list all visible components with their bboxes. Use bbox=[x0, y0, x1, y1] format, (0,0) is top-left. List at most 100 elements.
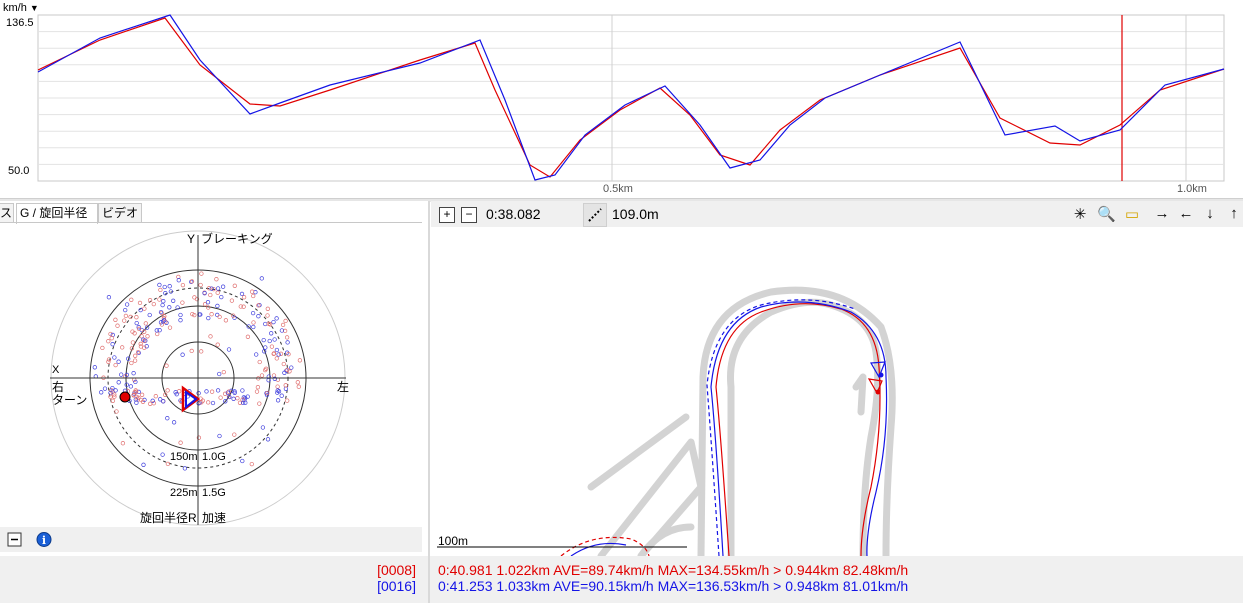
speed-chart[interactable] bbox=[0, 0, 1243, 198]
g-point bbox=[199, 349, 204, 354]
g-point bbox=[232, 432, 237, 437]
arrow-down-icon[interactable]: ↓ bbox=[1201, 205, 1219, 222]
measure-icon bbox=[588, 208, 602, 222]
g-point bbox=[106, 295, 112, 300]
g-point bbox=[128, 384, 134, 389]
g-point bbox=[108, 394, 113, 399]
g-point bbox=[115, 323, 120, 328]
g-point bbox=[141, 462, 146, 467]
search-folder-icon[interactable]: 🔍 bbox=[1097, 205, 1116, 223]
g-point bbox=[280, 322, 286, 328]
tab-video[interactable]: ビデオ bbox=[98, 203, 142, 222]
g-point bbox=[269, 344, 275, 349]
g-point bbox=[297, 358, 303, 363]
g-point bbox=[265, 313, 270, 318]
g-point bbox=[217, 371, 222, 377]
g-point bbox=[153, 394, 158, 399]
g-point bbox=[263, 345, 268, 350]
vertical-splitter[interactable] bbox=[428, 201, 430, 603]
g-point bbox=[279, 393, 284, 398]
g-point bbox=[215, 286, 221, 291]
y-min-label: 50.0 bbox=[8, 165, 30, 177]
g-point bbox=[157, 282, 162, 288]
distance-readout: 109.0m bbox=[612, 206, 659, 222]
g-point bbox=[257, 401, 262, 406]
g-point bbox=[263, 321, 268, 327]
g-point bbox=[109, 336, 114, 341]
dropdown-arrow-icon: ▼ bbox=[29, 3, 39, 13]
g-point bbox=[274, 356, 279, 361]
measure-button[interactable] bbox=[583, 203, 607, 227]
g-point bbox=[147, 312, 152, 318]
g-point bbox=[157, 297, 162, 302]
g-point bbox=[99, 390, 104, 395]
zoom-in-button[interactable]: + bbox=[439, 207, 455, 223]
arrow-up-icon[interactable]: ↑ bbox=[1225, 205, 1243, 222]
tab-g-radius[interactable]: G / 旋回半径 bbox=[16, 203, 98, 224]
g-panel-footer: i bbox=[0, 527, 422, 552]
x-tick-label: 0.5km bbox=[603, 183, 633, 195]
g-point bbox=[158, 287, 163, 293]
g-point bbox=[276, 352, 281, 357]
g-point bbox=[295, 380, 300, 385]
g-point bbox=[251, 320, 256, 325]
g-point bbox=[275, 384, 280, 389]
open-folder-icon[interactable]: ▭ bbox=[1123, 205, 1141, 223]
minus-box-icon[interactable] bbox=[7, 532, 22, 547]
sparkle-icon[interactable]: ✳ bbox=[1071, 205, 1089, 223]
ring-g-label: 1.0G bbox=[202, 451, 226, 463]
g-point bbox=[272, 337, 277, 342]
g-panel: Y ブレーキング X 右 ターン 左 150m 1.0G 225m 1.5G 旋… bbox=[0, 222, 422, 528]
g-point bbox=[123, 313, 129, 319]
g-point bbox=[112, 355, 117, 360]
g-point bbox=[171, 298, 176, 303]
g-point bbox=[208, 334, 213, 339]
zoom-out-button[interactable]: − bbox=[461, 207, 477, 223]
g-point bbox=[255, 385, 261, 390]
g-circle-plot bbox=[50, 230, 346, 526]
g-point bbox=[132, 358, 138, 363]
g-point bbox=[171, 420, 177, 425]
arrow-left-icon[interactable]: ← bbox=[1177, 205, 1195, 222]
arrow-right-icon[interactable]: → bbox=[1153, 205, 1171, 222]
info-icon[interactable]: i bbox=[36, 532, 52, 548]
lap-id-blue[interactable]: [0016] bbox=[377, 578, 416, 594]
g-point bbox=[259, 373, 265, 378]
unit-dropdown[interactable]: km/h ▼ bbox=[3, 2, 39, 14]
lap-summary-area: 0:40.981 1.022km AVE=89.74km/h MAX=134.5… bbox=[430, 556, 1243, 603]
g-point bbox=[180, 282, 186, 288]
lap-id-red[interactable]: [0008] bbox=[377, 562, 416, 578]
g-point bbox=[259, 276, 264, 281]
g-point bbox=[217, 314, 222, 320]
tab-course[interactable]: ス bbox=[0, 203, 14, 222]
braking-label: ブレーキング bbox=[201, 232, 273, 246]
scale-label: 100m bbox=[438, 534, 469, 548]
g-point bbox=[106, 359, 111, 364]
g-point bbox=[251, 293, 256, 299]
g-point bbox=[260, 425, 266, 430]
g-point bbox=[215, 290, 220, 295]
accel-label: 加速 bbox=[202, 511, 227, 525]
g-point bbox=[205, 300, 211, 305]
left-label: 左 bbox=[337, 380, 350, 394]
g-point bbox=[151, 301, 156, 307]
g-point bbox=[139, 334, 144, 339]
g-point bbox=[261, 337, 266, 343]
g-point bbox=[110, 385, 115, 391]
g-point bbox=[116, 380, 121, 385]
g-point bbox=[165, 416, 170, 421]
unit-label: km/h bbox=[3, 2, 27, 14]
g-point bbox=[148, 401, 153, 406]
g-point bbox=[240, 388, 245, 393]
g-point bbox=[160, 302, 165, 308]
track-map[interactable]: 100m bbox=[431, 227, 1243, 556]
g-point bbox=[178, 312, 183, 318]
g-point bbox=[241, 295, 247, 300]
axis-y-label: Y bbox=[187, 232, 196, 246]
g-point bbox=[254, 389, 260, 394]
g-point bbox=[283, 318, 288, 324]
g-point bbox=[137, 300, 143, 306]
g-point bbox=[210, 400, 216, 406]
time-readout: 0:38.082 bbox=[486, 206, 541, 222]
g-point bbox=[235, 396, 240, 401]
